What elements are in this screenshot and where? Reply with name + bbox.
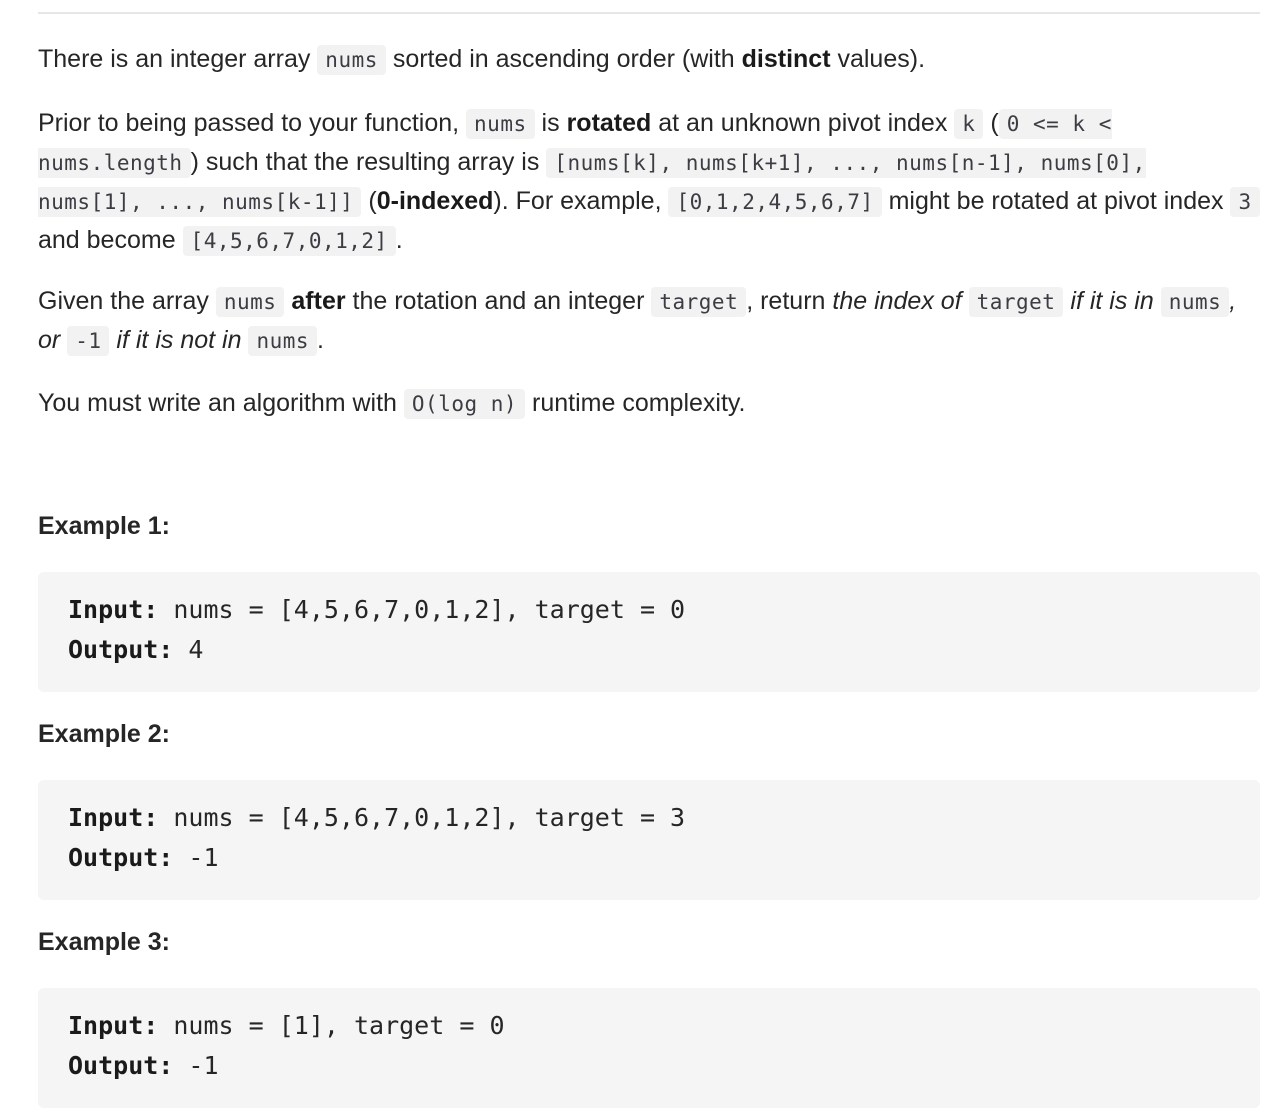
inline-code: nums bbox=[317, 45, 386, 75]
text: runtime complexity. bbox=[525, 389, 746, 417]
text: , return bbox=[746, 287, 833, 315]
text: You must write an algorithm with bbox=[38, 389, 404, 417]
output-label: Output: bbox=[68, 843, 174, 872]
top-divider bbox=[38, 12, 1260, 14]
bold-text: 0-indexed bbox=[376, 187, 494, 215]
text: . bbox=[395, 226, 403, 254]
example-2-input: Input: nums = [4,5,6,7,0,1,2], target = … bbox=[68, 798, 1260, 838]
text: is bbox=[534, 109, 567, 137]
text: might be rotated at pivot index bbox=[881, 187, 1231, 215]
complexity-paragraph: You must write an algorithm with O(log n… bbox=[38, 384, 1260, 423]
inline-code: nums bbox=[248, 326, 318, 356]
example-3-input: Input: nums = [1], target = 0 bbox=[68, 1006, 1260, 1046]
text: at an unknown pivot index bbox=[651, 109, 955, 137]
text: There is an integer array bbox=[38, 45, 318, 73]
input-label: Input: bbox=[68, 1011, 159, 1040]
output-label: Output: bbox=[68, 1051, 174, 1080]
italic-text: if it is in bbox=[1063, 287, 1161, 315]
task-paragraph: Given the array nums after the rotation … bbox=[38, 282, 1260, 360]
output-value: -1 bbox=[173, 1051, 219, 1080]
text: . bbox=[317, 326, 324, 354]
intro-paragraph: There is an integer array nums sorted in… bbox=[38, 40, 1260, 79]
example-2-output: Output: -1 bbox=[68, 838, 1260, 878]
text: ( bbox=[361, 187, 377, 215]
text: ( bbox=[983, 109, 999, 137]
example-3-output: Output: -1 bbox=[68, 1046, 1260, 1086]
input-value: nums = [4,5,6,7,0,1,2], target = 0 bbox=[158, 595, 686, 624]
text: values). bbox=[830, 45, 926, 73]
inline-code: [0,1,2,4,5,6,7] bbox=[668, 187, 882, 217]
bold-text: rotated bbox=[566, 109, 652, 137]
inline-code: [4,5,6,7,0,1,2] bbox=[182, 226, 396, 256]
text: Prior to being passed to your function, bbox=[38, 109, 467, 137]
inline-code: k bbox=[954, 109, 984, 139]
example-1-input: Input: nums = [4,5,6,7,0,1,2], target = … bbox=[68, 590, 1260, 630]
inline-code: nums bbox=[215, 287, 285, 317]
inline-code: O(log n) bbox=[403, 389, 526, 419]
inline-code: target bbox=[968, 287, 1064, 317]
text: Given the array bbox=[38, 287, 216, 315]
inline-code: nums bbox=[466, 109, 535, 139]
italic-text: the index of bbox=[832, 287, 969, 315]
inline-code: 3 bbox=[1230, 187, 1260, 217]
text: ). For example, bbox=[493, 187, 669, 215]
example-1-output: Output: 4 bbox=[68, 630, 1260, 670]
rotation-paragraph: Prior to being passed to your function, … bbox=[38, 104, 1260, 260]
inline-code: target bbox=[651, 287, 747, 317]
example-3-title: Example 3: bbox=[38, 928, 171, 956]
bold-text: distinct bbox=[741, 45, 831, 73]
bold-text: after bbox=[291, 287, 346, 315]
example-1-title: Example 1: bbox=[38, 512, 171, 540]
text: and become bbox=[38, 226, 183, 254]
input-value: nums = [1], target = 0 bbox=[158, 1011, 505, 1040]
input-label: Input: bbox=[68, 803, 159, 832]
text: ) such that the resulting array is bbox=[190, 148, 547, 176]
input-label: Input: bbox=[68, 595, 159, 624]
text: the rotation and an integer bbox=[345, 287, 652, 315]
output-label: Output: bbox=[68, 635, 174, 664]
inline-code: nums bbox=[1160, 287, 1230, 317]
example-3-box: Input: nums = [1], target = 0 Output: -1 bbox=[38, 988, 1260, 1108]
input-value: nums = [4,5,6,7,0,1,2], target = 3 bbox=[158, 803, 686, 832]
italic-text: if it is not in bbox=[109, 326, 249, 354]
inline-code: -1 bbox=[67, 326, 110, 356]
example-2-title: Example 2: bbox=[38, 720, 171, 748]
example-1-box: Input: nums = [4,5,6,7,0,1,2], target = … bbox=[38, 572, 1260, 692]
example-2-box: Input: nums = [4,5,6,7,0,1,2], target = … bbox=[38, 780, 1260, 900]
text: sorted in ascending order (with bbox=[385, 45, 742, 73]
output-value: -1 bbox=[173, 843, 219, 872]
output-value: 4 bbox=[173, 635, 204, 664]
